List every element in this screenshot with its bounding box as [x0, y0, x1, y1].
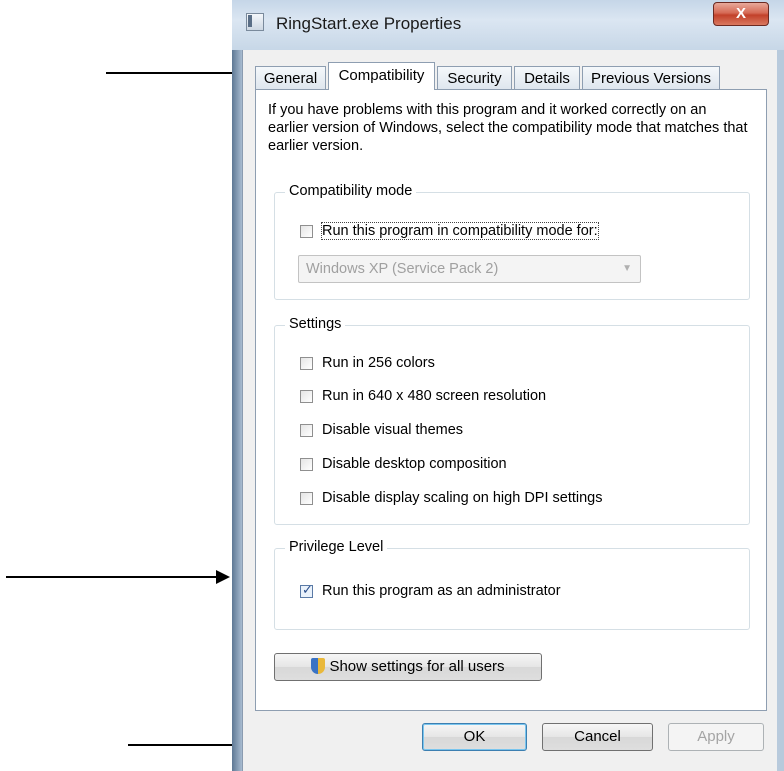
annotation-arrow-privilege — [6, 570, 230, 584]
app-icon — [246, 13, 264, 31]
tab-compatibility[interactable]: Compatibility — [328, 62, 435, 90]
group-label: Settings — [285, 316, 346, 332]
privilege-level-group: Privilege Level Run this program as an a… — [274, 539, 750, 630]
setting-label[interactable]: Disable desktop composition — [322, 456, 507, 472]
ok-button[interactable]: OK — [422, 723, 527, 751]
close-button[interactable]: X — [713, 2, 769, 26]
setting-label[interactable]: Run in 640 x 480 screen resolution — [322, 388, 546, 404]
close-icon: X — [735, 5, 746, 22]
checkbox[interactable] — [300, 458, 313, 471]
title-bar[interactable]: RingStart.exe Properties X — [232, 0, 784, 50]
settings-group: Settings Run in 256 colors Run in 640 x … — [274, 316, 750, 525]
run-as-admin-label[interactable]: Run this program as an administrator — [322, 583, 561, 599]
dialog-client: General Compatibility Security Details P… — [242, 50, 777, 771]
compat-os-select: Windows XP (Service Pack 2) ▼ — [298, 255, 641, 283]
checkbox[interactable] — [300, 357, 313, 370]
properties-dialog: RingStart.exe Properties X General Compa… — [232, 0, 784, 771]
setting-label[interactable]: Run in 256 colors — [322, 355, 435, 371]
group-label: Privilege Level — [285, 539, 388, 555]
compat-os-value: Windows XP (Service Pack 2) — [306, 261, 499, 277]
tab-security[interactable]: Security — [437, 66, 512, 89]
window-title: RingStart.exe Properties — [276, 14, 462, 33]
intro-text: If you have problems with this program a… — [268, 102, 748, 154]
button-label: Show settings for all users — [329, 658, 505, 675]
compatibility-mode-group: Compatibility mode Run this program in c… — [274, 183, 750, 300]
apply-button[interactable]: Apply — [668, 723, 764, 751]
checkbox[interactable] — [300, 390, 313, 403]
checkbox[interactable] — [300, 424, 313, 437]
compat-mode-checkbox[interactable] — [300, 225, 313, 238]
show-settings-all-users-button[interactable]: Show settings for all users — [274, 653, 542, 681]
setting-label[interactable]: Disable display scaling on high DPI sett… — [322, 490, 602, 506]
compat-mode-label[interactable]: Run this program in compatibility mode f… — [321, 222, 599, 240]
uac-shield-icon — [311, 658, 326, 674]
tab-details[interactable]: Details — [514, 66, 580, 89]
chevron-down-icon: ▼ — [622, 263, 632, 274]
tab-previous-versions[interactable]: Previous Versions — [582, 66, 720, 89]
compatibility-panel: If you have problems with this program a… — [255, 89, 767, 711]
group-label: Compatibility mode — [285, 183, 417, 199]
run-as-admin-checkbox[interactable] — [300, 582, 313, 598]
cancel-button[interactable]: Cancel — [542, 723, 653, 751]
setting-label[interactable]: Disable visual themes — [322, 422, 463, 438]
tab-general[interactable]: General — [255, 66, 326, 89]
checkbox[interactable] — [300, 492, 313, 505]
